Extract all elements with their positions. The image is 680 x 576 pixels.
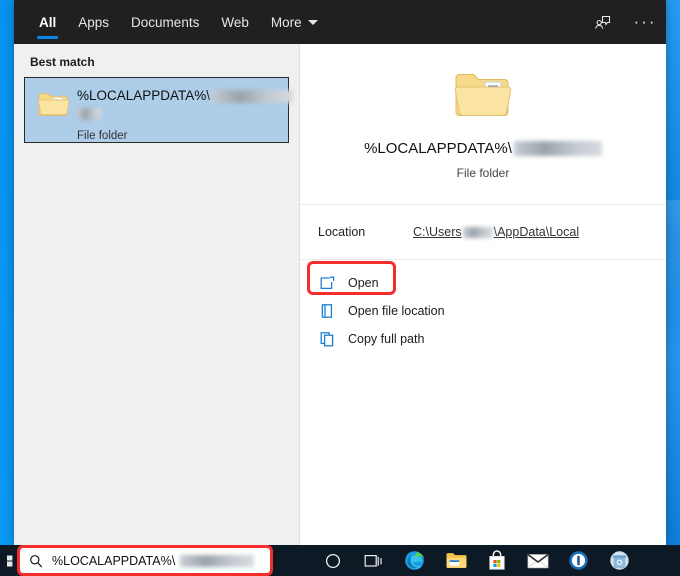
tabbar-spacer [329,0,582,44]
result-item-subtitle: File folder [77,130,128,142]
tab-more-label: More [270,14,302,30]
taskbar: %LOCALAPPDATA%\ [0,545,680,576]
result-item-title-redacted-line2 [77,105,280,123]
edge-browser-icon[interactable] [394,545,435,576]
cortana-icon[interactable] [312,545,353,576]
blue-circle-app-icon[interactable] [558,545,599,576]
result-item-title-prefix: %LOCALAPPDATA%\ [77,88,211,103]
tab-web[interactable]: Web [210,0,260,44]
taskbar-search-input[interactable]: %LOCALAPPDATA%\ [17,545,273,576]
location-value-suffix: \AppData\Local [493,225,580,239]
action-open[interactable]: Open [300,269,666,297]
result-item-best-match[interactable]: %LOCALAPPDATA%\ File folder [24,77,294,143]
taskbar-search-value: %LOCALAPPDATA%\ [52,553,255,568]
taskbar-search-value-prefix: %LOCALAPPDATA%\ [52,553,176,568]
action-copy-full-path[interactable]: Copy full path [300,325,666,353]
tab-all-label: All [39,14,57,30]
action-open-file-location-label: Open file location [348,304,445,318]
tab-documents-label: Documents [131,14,200,30]
tab-web-label: Web [221,14,249,30]
windows-start-icon[interactable] [0,545,14,576]
task-view-icon[interactable] [353,545,394,576]
mail-icon[interactable] [517,545,558,576]
search-content: Best match %LOCALAPPDATA%\ File folder %… [14,44,666,545]
copy-icon [318,330,336,348]
microsoft-store-icon[interactable] [476,545,517,576]
preview-title-redacted [513,141,602,156]
tab-apps[interactable]: Apps [67,0,120,44]
result-item-text: %LOCALAPPDATA%\ File folder [69,88,294,142]
tab-more[interactable]: More [260,0,329,44]
round-app-icon[interactable] [599,545,640,576]
action-open-file-location[interactable]: Open file location [300,297,666,325]
feedback-person-icon[interactable] [582,0,624,44]
open-window-icon [318,274,336,292]
preview-subtitle: File folder [456,166,510,180]
ellipsis-icon[interactable]: ··· [624,0,666,44]
action-open-label: Open [348,276,379,290]
search-tab-bar: All Apps Documents Web More ··· [14,0,666,44]
tab-apps-label: Apps [78,14,110,30]
search-results-pane: Best match %LOCALAPPDATA%\ File folder [14,44,300,545]
preview-hero: %LOCALAPPDATA%\ File folder [300,44,666,180]
best-match-heading: Best match [30,55,95,69]
search-preview-pane: %LOCALAPPDATA%\ File folder Location C:\… [300,44,666,545]
chevron-down-icon [307,19,318,25]
result-item-title: %LOCALAPPDATA%\ [77,88,294,104]
tab-all[interactable]: All [28,0,67,44]
preview-actions: Open Open file location Copy full path [300,260,666,353]
folder-page-icon [318,302,336,320]
taskbar-icons [312,545,640,576]
result-item-title-redacted [211,89,294,103]
location-label: Location [318,225,366,239]
preview-title: %LOCALAPPDATA%\ [300,140,666,157]
search-icon [29,554,43,568]
action-copy-full-path-label: Copy full path [348,332,425,346]
folder-icon [37,90,70,123]
location-row: Location C:\Users \AppData\Local [300,205,666,259]
location-value-link[interactable]: C:\Users \AppData\Local [413,225,579,239]
redacted-block [77,107,101,120]
folder-large-icon [300,68,666,122]
ellipsis-glyph: ··· [633,12,657,31]
tab-documents[interactable]: Documents [120,0,210,44]
preview-title-prefix: %LOCALAPPDATA%\ [364,140,512,157]
file-explorer-icon[interactable] [435,545,476,576]
location-value-redacted [462,227,493,239]
taskbar-search-value-redacted [180,554,255,567]
location-value-prefix: C:\Users [413,225,462,239]
windows-search-window: All Apps Documents Web More ··· Best mat… [14,0,666,545]
